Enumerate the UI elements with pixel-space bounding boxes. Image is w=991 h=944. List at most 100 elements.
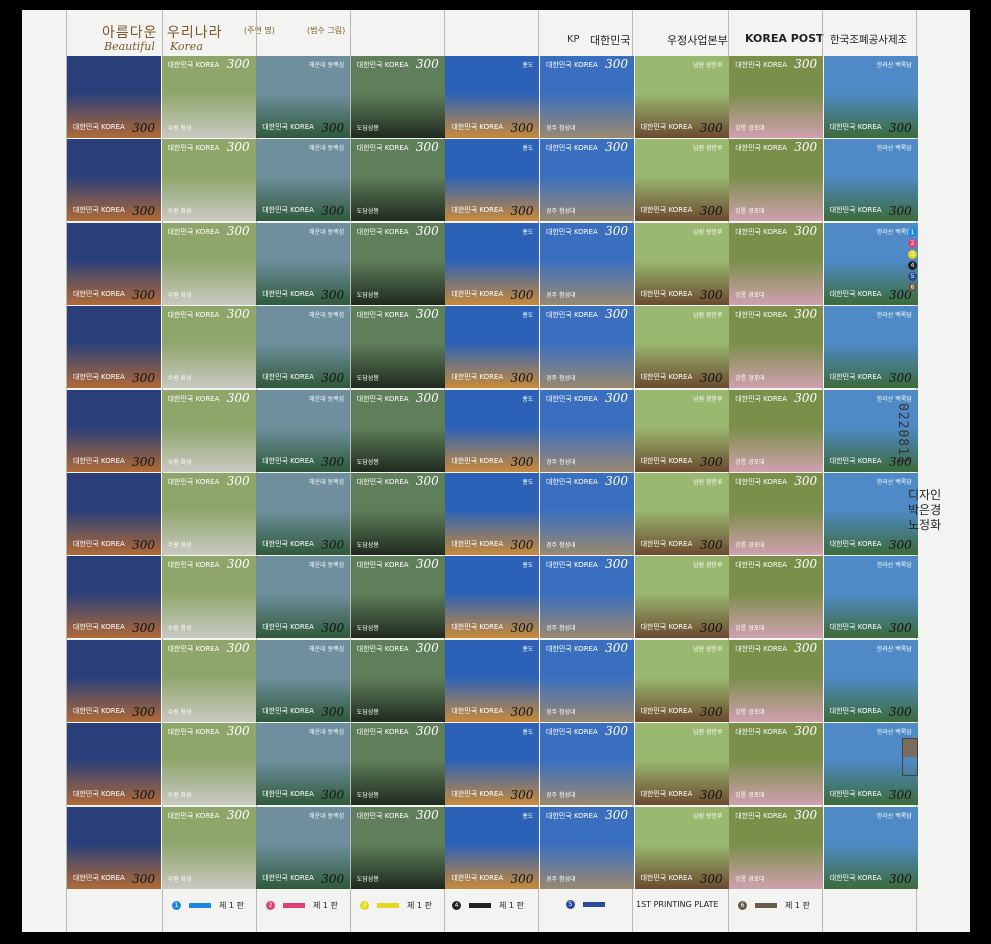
stamp-value: 300 [699, 204, 723, 219]
title-english-2: Korea [170, 40, 203, 53]
stamp-country-label: 대한민국 KOREA [640, 206, 693, 215]
stamp-value: 300 [699, 454, 723, 469]
stamp-country-label: 대한민국 KOREA [451, 623, 504, 632]
stamp-country-label: 대한민국 KOREA [546, 144, 598, 153]
stamp-caption: 해운대 동백섬 [309, 812, 345, 820]
designer-name-1: 박은경 [908, 503, 942, 517]
stamp-caption: 홍도 [522, 562, 534, 570]
stamp: 대한민국 KOREA 300 강릉 경포대 [729, 389, 824, 472]
korea-post-label: KOREA POST [745, 32, 824, 45]
stamp-value: 300 [699, 371, 723, 386]
plate-legend-item: 4 제 1 판 [452, 900, 524, 911]
stamp-value: 300 [794, 57, 818, 71]
color-dot: 5 [908, 272, 917, 281]
stamp-country-label: 대한민국 KOREA [356, 394, 409, 403]
stamp-caption: 홍도 [522, 312, 534, 320]
stamp: 대한민국 KOREA 300 수원 화성 [161, 139, 256, 222]
stamp-country-label: 대한민국 KOREA [356, 561, 409, 570]
stamp-country-label: 대한민국 KOREA [546, 311, 598, 320]
stamp-value: 300 [605, 140, 628, 155]
stamp-value: 300 [132, 871, 155, 886]
stamp-caption: 수원 화성 [167, 875, 192, 883]
stamp-caption: 수원 화성 [167, 208, 192, 216]
stamp-caption: 홍도 [522, 228, 534, 236]
stamp-country-label: 대한민국 KOREA [356, 61, 409, 69]
stamp-caption: 강릉 경포대 [735, 708, 765, 716]
stamp-caption: 도담삼봉 [356, 542, 379, 549]
stamp-caption: 경주 첨성대 [546, 625, 576, 633]
stamp-caption: 한라산 백록담 [876, 812, 912, 820]
stamp-country-label: 대한민국 KOREA [262, 456, 314, 465]
stamp-value: 300 [226, 223, 250, 238]
stamp: 대한민국 KOREA 300 남원 광한루 [634, 389, 729, 472]
stamp: 대한민국 KOREA 300 수원 화성 [161, 56, 256, 138]
stamp-country-label: 대한민국 KOREA [451, 540, 504, 548]
stamp-value: 300 [226, 557, 250, 572]
stamp-value: 300 [132, 371, 155, 386]
stamp: 대한민국 KOREA 300 도담삼봉 [350, 639, 445, 722]
stamp-caption: 홍도 [522, 645, 534, 653]
stamp-country-label: 대한민국 KOREA [546, 728, 598, 737]
stamp-sheet: 아름다운 우리나라 (주현 명) (범수 그림) Beautiful Korea… [22, 10, 970, 932]
stamp-country-label: 대한민국 KOREA [167, 144, 220, 153]
designer-credit: 디자인 박은경 노정화 [908, 488, 941, 533]
stamp: 대한민국 KOREA 300 남원 광한루 [634, 139, 729, 222]
stamp-caption: 수원 화성 [167, 625, 192, 633]
stamp-caption: 경주 첨성대 [546, 375, 576, 383]
stamp: 대한민국 KOREA 300 홍도 [445, 473, 540, 555]
stamp: 대한민국 KOREA 300 남원 광한루 [634, 639, 729, 722]
stamp-caption: 남원 광한루 [693, 729, 723, 737]
stamp-value: 300 [226, 724, 250, 739]
stamp-value: 300 [888, 788, 912, 803]
stamp-value: 300 [794, 140, 818, 155]
stamp: 대한민국 KOREA 300 [67, 806, 161, 889]
stamp-caption: 한라산 백록담 [876, 312, 912, 320]
stamp: 대한민국 KOREA 300 한라산 백록담 [823, 139, 918, 222]
plate-label: 제 1 판 [785, 901, 810, 910]
stamp-value: 300 [415, 557, 439, 572]
stamp: 대한민국 KOREA 300 강릉 경포대 [729, 639, 824, 722]
stamp-country-label: 대한민국 KOREA [829, 289, 882, 298]
stamp: 대한민국 KOREA 300 도담삼봉 [350, 139, 445, 222]
stamp: 대한민국 KOREA 300 남원 광한루 [634, 556, 729, 639]
stamp-value: 300 [415, 807, 439, 822]
stamp-country-label: 대한민국 KOREA [451, 706, 504, 715]
stamp-country-label: 대한민국 KOREA [829, 540, 882, 548]
stamp-value: 300 [321, 287, 345, 302]
stamp: 대한민국 KOREA 300 [67, 639, 161, 722]
sheet-serial-number: 0220811 [895, 403, 910, 465]
stamp-caption: 홍도 [522, 395, 534, 403]
stamp-caption: 남원 광한루 [693, 145, 723, 153]
stamp-country-label: 대한민국 KOREA [262, 623, 314, 632]
stamp-country-label: 대한민국 KOREA [356, 227, 409, 236]
stamp-value: 300 [226, 640, 250, 655]
stamp: 대한민국 KOREA 300 강릉 경포대 [729, 222, 824, 305]
stamp-value: 300 [605, 640, 628, 655]
stamp: 대한민국 KOREA 300 도담삼봉 [350, 56, 445, 138]
stamp-country-label: 대한민국 KOREA [451, 373, 504, 382]
stamp-caption: 남원 광한루 [693, 812, 723, 820]
stamp: 대한민국 KOREA 300 남원 광한루 [634, 473, 729, 555]
stamp-caption: 한라산 백록담 [876, 562, 912, 570]
stamp-caption: 강릉 경포대 [735, 458, 765, 466]
stamp-country-label: 대한민국 KOREA [735, 394, 787, 403]
stamp: 대한민국 KOREA 300 해운대 동백섬 [256, 56, 351, 138]
stamp-country-label: 대한민국 KOREA [167, 311, 220, 320]
stamp-country-label: 대한민국 KOREA [262, 123, 314, 131]
stamp: 대한민국 KOREA 300 남원 광한루 [634, 723, 729, 806]
stamp: 대한민국 KOREA 300 한라산 백록담 [823, 56, 918, 138]
stamp: 대한민국 KOREA 300 도담삼봉 [350, 222, 445, 305]
stamp-value: 300 [226, 57, 250, 71]
stamp-value: 300 [321, 121, 345, 135]
plate-legend-item: 5 [566, 900, 613, 909]
designer-title: 디자인 [908, 488, 942, 502]
stamp: 대한민국 KOREA 300 강릉 경포대 [729, 806, 824, 889]
stamp: 대한민국 KOREA 300 수원 화성 [161, 389, 256, 472]
stamp-caption: 경주 첨성대 [546, 458, 576, 466]
stamp: 대한민국 KOREA 300 [67, 222, 161, 305]
stamp-value: 300 [605, 57, 628, 71]
stamp-country-label: 대한민국 KOREA [829, 373, 882, 382]
stamp: 대한민국 KOREA 300 수원 화성 [161, 222, 256, 305]
stamp-caption: 홍도 [522, 812, 534, 820]
stamp: 대한민국 KOREA 300 해운대 동백섬 [256, 723, 351, 806]
